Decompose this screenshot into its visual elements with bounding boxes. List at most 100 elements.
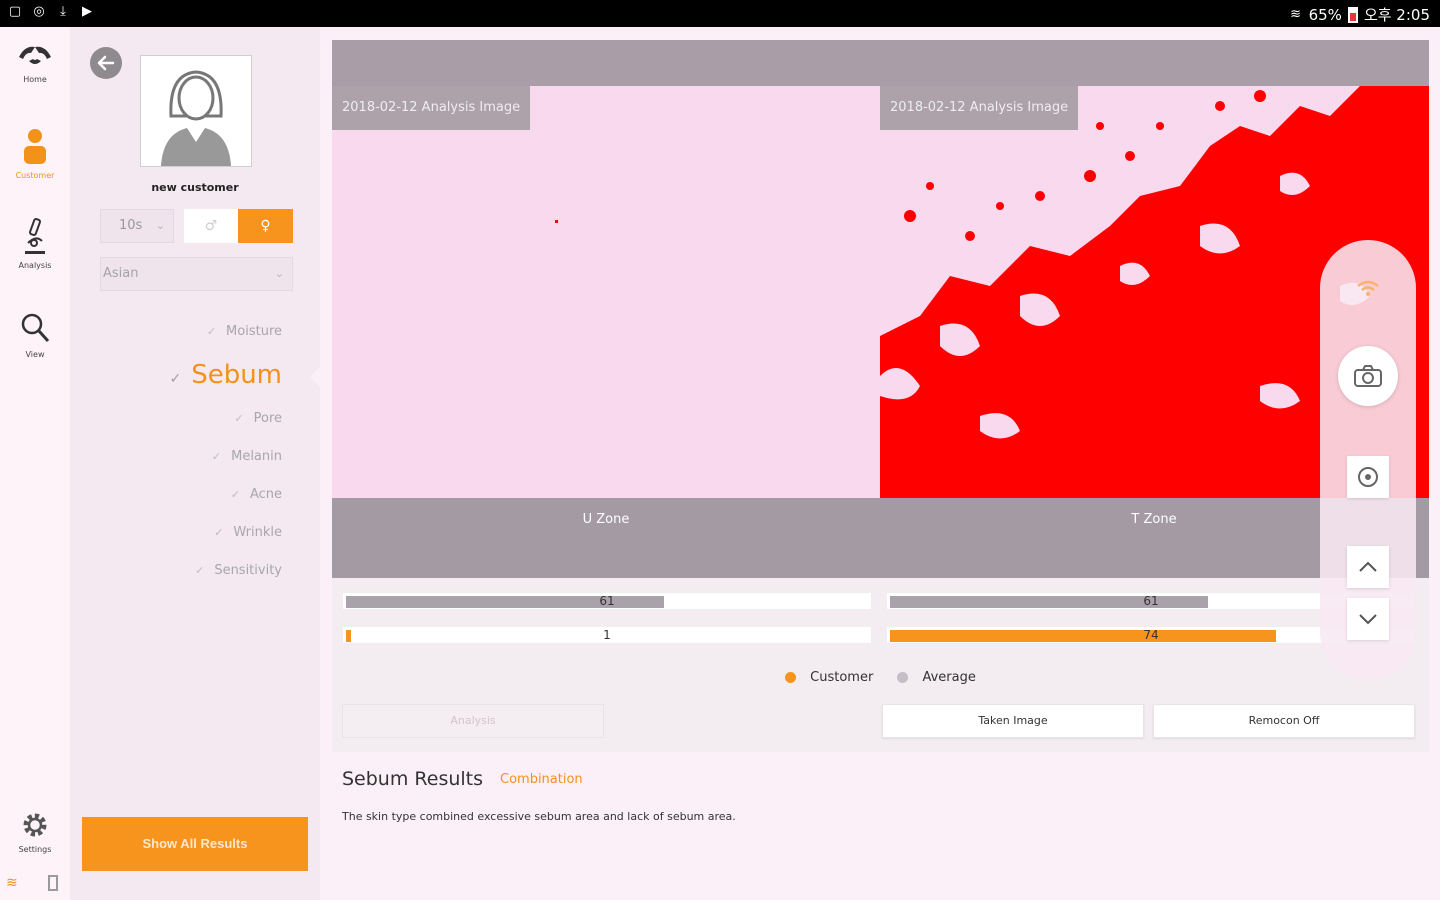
menu-item-label: Wrinkle (233, 525, 282, 540)
race-value: Asian (103, 266, 139, 281)
male-icon: ♂ (204, 218, 218, 234)
menu-item-label: Acne (249, 487, 282, 502)
customer-dot-icon (785, 672, 797, 683)
camera-icon (1354, 365, 1382, 387)
menu-item-label: Pore (253, 411, 282, 426)
scroll-down-button[interactable] (1347, 598, 1389, 640)
selection-indicator (310, 367, 320, 387)
nav-analysis-label: Analysis (18, 261, 52, 270)
results-skin-type: Combination (500, 772, 583, 787)
u-zone-image-label: 2018-02-12 Analysis Image (332, 86, 531, 130)
clock: 오후 2:05 (1363, 6, 1430, 24)
analysis-card: 2018-02-12 Analysis Image 2018-02-12 Ana… (332, 40, 1429, 752)
u-zone-analysis-image[interactable]: 2018-02-12 Analysis Image (332, 86, 880, 498)
person-icon (24, 129, 46, 164)
focus-button[interactable] (1347, 456, 1389, 498)
nav-customer[interactable]: Customer (0, 127, 70, 180)
device-wifi-icon: ≋ (6, 875, 18, 891)
nav-view-label: View (25, 350, 45, 359)
check-icon: ✓ (214, 526, 224, 539)
average-dot-icon (897, 672, 909, 683)
menu-item-label: Melanin (231, 449, 282, 464)
age-select[interactable]: 10s ⌄ (100, 209, 174, 243)
device-wifi-icon (1356, 278, 1380, 302)
nav-settings-label: Settings (18, 845, 52, 854)
gender-female-button[interactable]: ♀ (238, 209, 293, 243)
u-zone-customer-value: 1 (603, 628, 611, 642)
home-logo-icon (19, 46, 51, 64)
chevron-down-icon: ⌄ (274, 267, 284, 280)
check-icon: ✓ (211, 450, 222, 463)
screenshot-icon: ▢ (8, 4, 22, 19)
u-zone-average-value: 61 (599, 594, 615, 608)
battery-icon (1347, 6, 1358, 23)
taken-image-button[interactable]: Taken Image (882, 704, 1144, 738)
download-icon: ⤓ (60, 4, 66, 19)
nav-customer-label: Customer (15, 171, 55, 180)
chevron-down-icon (1359, 614, 1377, 625)
gear-icon (23, 813, 47, 837)
menu-item-moisture[interactable]: ✓ Moisture (207, 324, 282, 339)
check-icon: ✓ (234, 412, 244, 425)
scroll-up-button[interactable] (1347, 546, 1389, 588)
nav-view[interactable]: View (0, 312, 70, 359)
check-icon: ✓ (195, 564, 205, 577)
customer-name: new customer (151, 181, 239, 194)
menu-item-label: Sensitivity (214, 563, 282, 578)
play-store-icon: ▶ (82, 4, 92, 19)
nav-rail: Home Customer Analysis View Settings ≋ (0, 27, 70, 900)
menu-item-sensitivity[interactable]: ✓ Sensitivity (195, 563, 282, 578)
sebum-spot (555, 220, 558, 223)
legend-customer-label: Customer (810, 670, 874, 685)
globe-icon: ◎ (33, 4, 45, 19)
female-avatar-icon (161, 70, 231, 166)
menu-item-melanin[interactable]: ✓ Melanin (212, 449, 282, 464)
remocon-off-button[interactable]: Remocon Off (1153, 704, 1415, 738)
nav-home-label: Home (23, 75, 47, 84)
menu-item-pore[interactable]: ✓ Pore (234, 411, 282, 426)
legend-average: Average (897, 670, 976, 685)
target-icon (1358, 467, 1378, 487)
u-zone-average-bar: 61 (342, 592, 872, 610)
arrow-left-icon (97, 55, 115, 71)
menu-item-acne[interactable]: ✓ Acne (231, 487, 282, 502)
results-description: The skin type combined excessive sebum a… (342, 810, 736, 823)
results-title: Sebum Results (342, 768, 484, 790)
nav-analysis[interactable]: Analysis (0, 217, 70, 270)
show-all-results-button[interactable]: Show All Results (82, 817, 308, 871)
image-header-strip (332, 40, 1429, 86)
menu-item-label: Moisture (226, 324, 282, 339)
u-zone-label: U Zone (582, 512, 630, 527)
search-icon (21, 313, 50, 343)
menu-item-label: Sebum (191, 360, 282, 390)
menu-item-wrinkle[interactable]: ✓ Wrinkle (214, 525, 282, 540)
analysis-button[interactable]: Analysis (342, 704, 604, 738)
chevron-down-icon: ⌄ (155, 219, 165, 232)
menu-item-sebum[interactable]: ✓ Sebum (169, 360, 282, 390)
legend: Customer Average (332, 670, 1429, 685)
age-value: 10s (119, 218, 143, 233)
chevron-up-icon (1359, 561, 1377, 572)
legend-average-label: Average (922, 670, 976, 685)
zone-label-bar: U Zone T Zone (332, 498, 1429, 578)
customer-avatar[interactable] (140, 55, 252, 167)
t-zone-image-label: 2018-02-12 Analysis Image (880, 86, 1079, 130)
microscope-icon (25, 218, 45, 254)
nav-settings[interactable]: Settings (0, 809, 70, 854)
nav-home[interactable]: Home (0, 41, 70, 84)
race-select[interactable]: Asian ⌄ (100, 257, 293, 291)
back-button[interactable] (90, 47, 122, 79)
female-icon: ♀ (260, 218, 271, 234)
u-zone-customer-bar: 1 (342, 626, 872, 644)
capture-button[interactable] (1338, 346, 1398, 406)
status-bar: ▢ ◎ ⤓ ▶ ≋ 65% 오후 2:05 (0, 0, 1440, 27)
device-battery-icon (48, 875, 58, 891)
legend-customer: Customer (785, 670, 873, 685)
battery-percent: 65% (1308, 5, 1342, 24)
wifi-icon: ≋ (1290, 6, 1302, 22)
chevron-icon: ✓ (169, 371, 182, 387)
remote-control-panel (1320, 240, 1416, 680)
customer-panel: new customer 10s ⌄ ♂ ♀ Asian ⌄ ✓ Moisture… (70, 27, 320, 900)
gender-male-button[interactable]: ♂ (184, 209, 238, 243)
check-icon: ✓ (206, 325, 217, 338)
